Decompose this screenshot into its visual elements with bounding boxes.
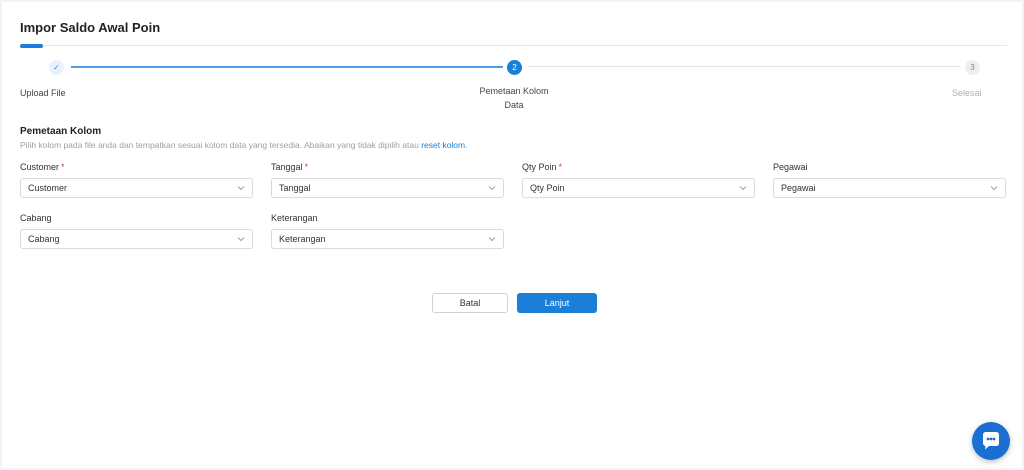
next-button[interactable]: Lanjut (517, 293, 597, 313)
cabang-label: Cabang (20, 213, 52, 223)
step-2-label: Pemetaan Kolom Data (479, 86, 549, 110)
chevron-down-icon (488, 186, 496, 191)
check-icon: ✓ (53, 63, 60, 72)
chat-button[interactable] (972, 422, 1010, 460)
step-3-label: Selesai (952, 88, 982, 98)
chevron-down-icon (237, 186, 245, 191)
reset-columns-link[interactable]: reset kolom (421, 140, 465, 150)
cabang-select[interactable]: Cabang (20, 229, 253, 249)
pegawai-label: Pegawai (773, 162, 808, 172)
step-2-indicator: 2 (507, 60, 522, 75)
page-title: Impor Saldo Awal Poin (20, 20, 161, 35)
step-3-indicator: 3 (965, 60, 980, 75)
step-1-label: Upload File (20, 88, 66, 98)
qty-poin-label: Qty Poin * (522, 162, 563, 172)
cancel-button[interactable]: Batal (432, 293, 508, 313)
step-1-indicator: ✓ (49, 60, 64, 75)
stepper-line-completed (71, 66, 503, 68)
title-divider (20, 45, 1007, 46)
keterangan-label: Keterangan (271, 213, 318, 223)
chevron-down-icon (739, 186, 747, 191)
customer-label: Customer * (20, 162, 65, 172)
tanggal-select[interactable]: Tanggal (271, 178, 504, 198)
qty-poin-select[interactable]: Qty Poin (522, 178, 755, 198)
title-accent-bar (20, 44, 43, 48)
section-title: Pemetaan Kolom (20, 126, 102, 137)
pegawai-select[interactable]: Pegawai (773, 178, 1006, 198)
chevron-down-icon (488, 237, 496, 242)
section-description: Pilih kolom pada file anda dan tempatkan… (20, 140, 468, 150)
import-card: Impor Saldo Awal Poin ✓ 2 3 Upload File … (2, 2, 1022, 468)
tanggal-label: Tanggal * (271, 162, 309, 172)
chevron-down-icon (990, 186, 998, 191)
customer-select[interactable]: Customer (20, 178, 253, 198)
stepper-line-pending (528, 66, 961, 67)
keterangan-select[interactable]: Keterangan (271, 229, 504, 249)
chat-icon (983, 432, 999, 450)
chevron-down-icon (237, 237, 245, 242)
